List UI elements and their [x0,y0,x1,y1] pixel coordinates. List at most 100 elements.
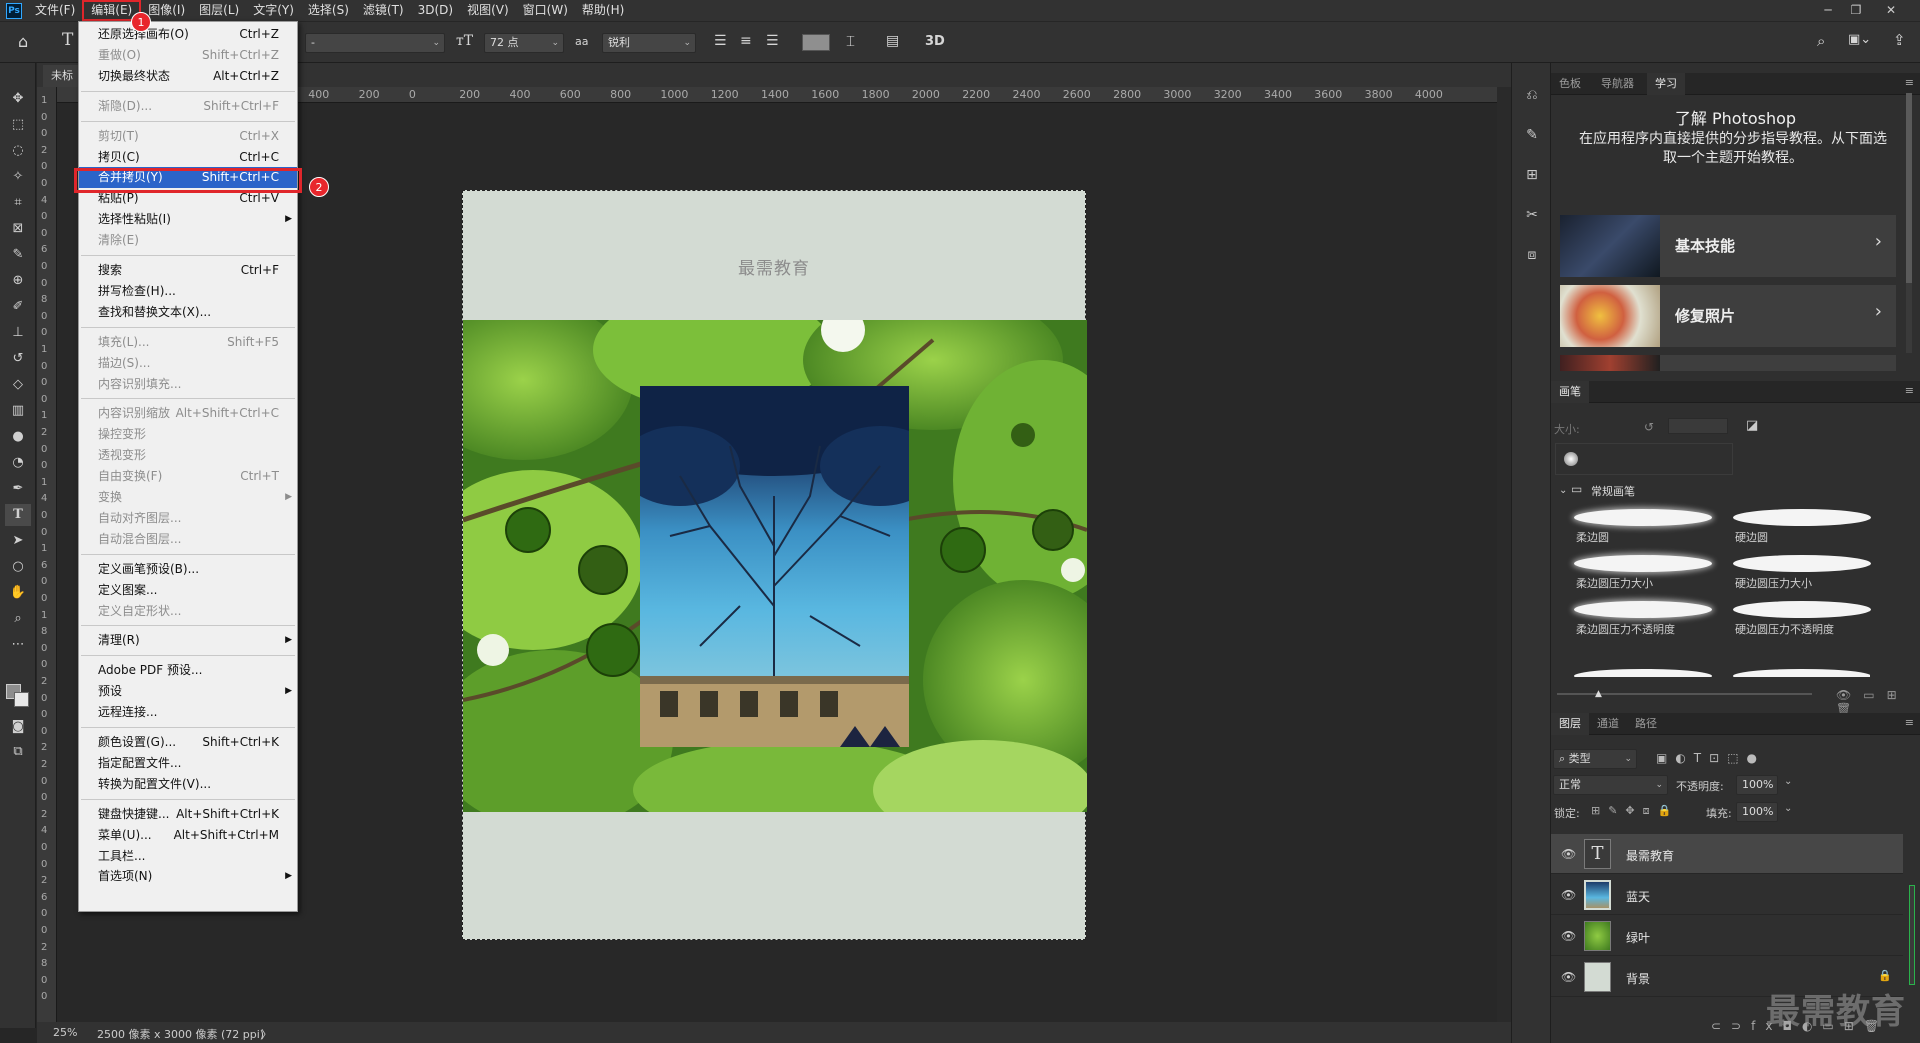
new-brush-icon[interactable]: ◪ [1746,418,1758,433]
menu-item[interactable]: 操控变形 [79,424,297,445]
lock-icons[interactable]: ⊞✎✥⧈🔒 [1591,804,1679,818]
menu-view[interactable]: 视图(V) [460,0,516,21]
minimize-button[interactable]: ─ [1815,0,1841,21]
menu-item[interactable]: 自由变换(F) Ctrl+T [79,466,297,487]
menu-item[interactable]: 内容识别缩放 Alt+Shift+Ctrl+C [79,403,297,424]
menu-item[interactable]: 指定配置文件... [79,753,297,774]
magic-wand-icon[interactable]: ✧ [5,166,31,188]
document-canvas[interactable]: 最需教育 [462,190,1087,940]
frame-tool-icon[interactable]: ⊠ [5,218,31,240]
align-right-icon[interactable]: ☰ [766,33,779,49]
document-tab[interactable]: 未标 [43,65,81,87]
menu-item[interactable]: 重做(O) Shift+Ctrl+Z [79,45,297,66]
menu-select[interactable]: 选择(S) [301,0,356,21]
panel-menu-icon[interactable]: ≡ [1905,76,1914,89]
menu-file[interactable]: 文件(F) [28,0,82,21]
layer-filter-icons[interactable]: ▣◐T⊡⬚● [1656,751,1765,765]
zoom-level[interactable]: 25% [53,1026,77,1039]
visibility-eye-icon[interactable]: 👁 [1561,929,1576,943]
ellipse-tool-icon[interactable]: ○ [5,556,31,578]
menu-filter[interactable]: 滤镜(T) [356,0,411,21]
visibility-eye-icon[interactable]: 👁 [1561,888,1576,902]
panel-menu-icon[interactable]: ≡ [1905,716,1914,729]
menu-item[interactable]: 首选项(N) ▶ [79,866,297,887]
opacity-input[interactable]: 100% [1736,775,1778,795]
layers-scrollbar[interactable] [1909,885,1915,985]
menu-help[interactable]: 帮助(H) [575,0,631,21]
layer-name[interactable]: 绿叶 [1626,929,1650,946]
menu-item[interactable]: 选择性粘贴(I) ▶ [79,209,297,230]
menu-item[interactable]: 描边(S)... [79,353,297,374]
brush-settings-icon[interactable]: ✎ [1522,125,1542,145]
eyedropper-icon[interactable]: ✎ [5,244,31,266]
menu-item[interactable]: 定义自定形状... [79,601,297,622]
layer-filter-select[interactable]: ⌕ 类型 ⌄ [1553,749,1637,769]
menu-3d[interactable]: 3D(D) [411,0,460,21]
hand-tool-icon[interactable]: ✋ [5,582,31,604]
status-arrow-icon[interactable]: 〉 [261,1026,272,1042]
restore-button[interactable]: ❐ [1843,0,1869,21]
chevron-down-icon[interactable]: ⌄ [1559,485,1567,496]
brush-item[interactable]: 硬边圆 [1729,503,1871,547]
font-style-select[interactable]: - ⌄ [305,33,445,53]
layer-name[interactable]: 最需教育 [1626,847,1674,864]
menu-item[interactable]: 清除(E) [79,230,297,251]
type-tool-icon[interactable]: T [62,30,73,50]
brush-item[interactable]: 柔边圆压力大小 [1570,549,1712,593]
menu-item[interactable]: 自动对齐图层... [79,508,297,529]
move-tool-icon[interactable]: ✥ [5,88,31,110]
healing-brush-icon[interactable]: ⊕ [5,270,31,292]
type-tool-icon[interactable]: T [5,504,31,526]
menu-window[interactable]: 窗口(W) [516,0,575,21]
screen-mode-icon[interactable]: ⧉ [5,741,31,763]
menu-item[interactable]: 自动混合图层... [79,529,297,550]
layer-name[interactable]: 蓝天 [1626,888,1650,905]
menu-item[interactable]: 变换 ▶ [79,487,297,508]
tab-channels[interactable]: 通道 [1589,713,1627,735]
menu-item[interactable]: 菜单(U)... Alt+Shift+Ctrl+M [79,825,297,846]
brush-item[interactable]: 柔边圆 [1570,503,1712,547]
brush-item[interactable]: 硬边圆压力不透明度 [1729,595,1871,639]
layer-row[interactable]: 👁 绿叶 [1551,916,1903,956]
home-icon[interactable]: ⌂ [18,32,28,51]
menu-item[interactable]: 拼写检查(H)... [79,281,297,302]
align-left-icon[interactable]: ☰ [714,33,727,49]
stamp-tool-icon[interactable]: ⊥ [5,322,31,344]
tools-options-icon[interactable]: ✂ [1522,205,1542,225]
font-size-select[interactable]: 72 点 ⌄ [484,33,564,53]
menu-item[interactable]: 颜色设置(G)... Shift+Ctrl+K [79,732,297,753]
search-icon[interactable]: ⌕ [1817,32,1825,50]
clone-source-icon[interactable]: ⊞ [1522,165,1542,185]
panel-menu-icon[interactable]: ≡ [1905,384,1914,397]
tab-layers[interactable]: 图层 [1551,713,1589,735]
menu-item[interactable]: 渐隐(D)... Shift+Ctrl+F [79,96,297,117]
tab-brushes[interactable]: 画笔 [1551,381,1589,403]
chevron-down-icon[interactable]: ⌄ [1784,776,1792,787]
layer-row[interactable]: 👁 T 最需教育 [1551,834,1903,874]
brush-item[interactable]: 柔边圆压力不透明度 [1570,595,1712,639]
menu-layer[interactable]: 图层(L) [192,0,246,21]
menu-item[interactable]: Adobe PDF 预设... [79,660,297,681]
menu-item[interactable]: 还原选择画布(O) Ctrl+Z [79,24,297,45]
menu-item[interactable]: 转换为配置文件(V)... [79,774,297,795]
tab-paths[interactable]: 路径 [1627,713,1665,735]
brush-size-input[interactable] [1668,418,1728,434]
history-panel-icon[interactable]: ⎌ [1522,85,1542,105]
menu-type[interactable]: 文字(Y) [246,0,301,21]
reset-icon[interactable]: ↺ [1644,420,1654,434]
blend-mode-select[interactable]: 正常 ⌄ [1553,775,1668,795]
gradient-tool-icon[interactable]: ▥ [5,400,31,422]
layer-row[interactable]: 👁 蓝天 [1551,875,1903,915]
tab-learn[interactable]: 学习 [1647,73,1685,95]
menu-item[interactable]: 定义图案... [79,580,297,601]
brush-footer-icons[interactable]: 👁▭⊞🗑 [1836,688,1920,716]
menu-item[interactable]: 键盘快捷键... Alt+Shift+Ctrl+K [79,804,297,825]
menu-item[interactable]: 搜索 Ctrl+F [79,260,297,281]
tab-swatches[interactable]: 色板 [1551,73,1589,95]
warp-text-icon[interactable]: ⌶ [846,32,855,50]
history-brush-icon[interactable]: ↺ [5,348,31,370]
canvas-scrollbar[interactable] [1497,87,1511,1028]
menu-item[interactable]: 查找和替换文本(X)... [79,302,297,323]
menu-item[interactable]: 内容识别填充... [79,374,297,395]
tab-navigator[interactable]: 导航器 [1593,73,1642,95]
